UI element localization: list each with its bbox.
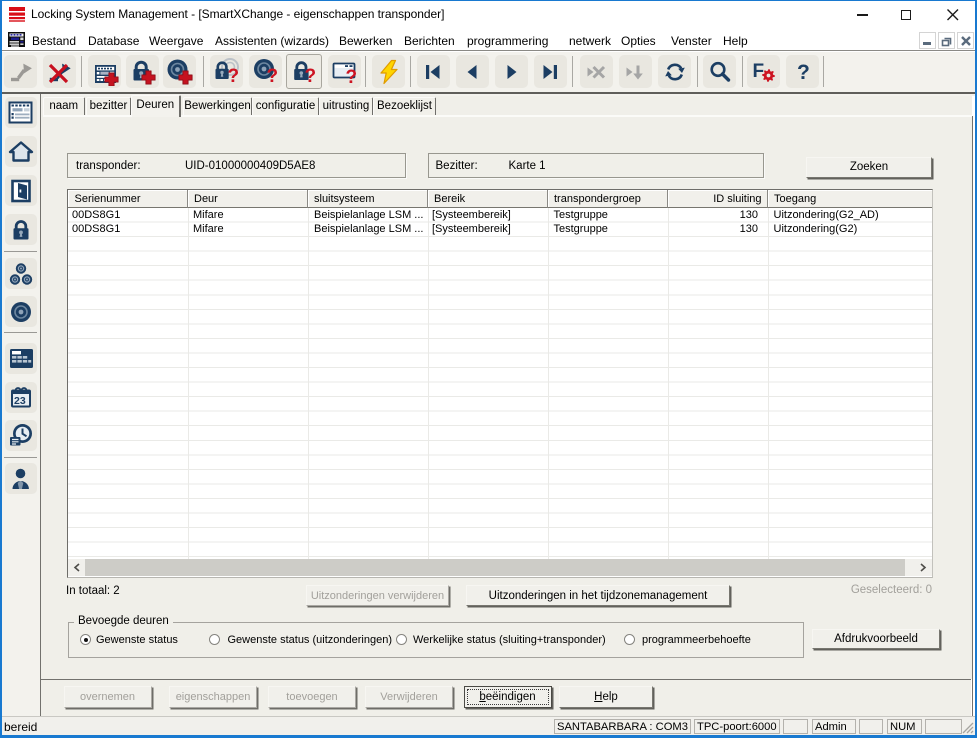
svg-text:?: ? bbox=[266, 66, 278, 86]
svg-text:?: ? bbox=[227, 66, 239, 86]
svg-text:?: ? bbox=[345, 67, 357, 86]
svg-text:?: ? bbox=[797, 61, 810, 84]
svg-text:23: 23 bbox=[14, 395, 26, 407]
svg-text:?: ? bbox=[305, 66, 317, 86]
svg-text:F: F bbox=[752, 61, 764, 82]
